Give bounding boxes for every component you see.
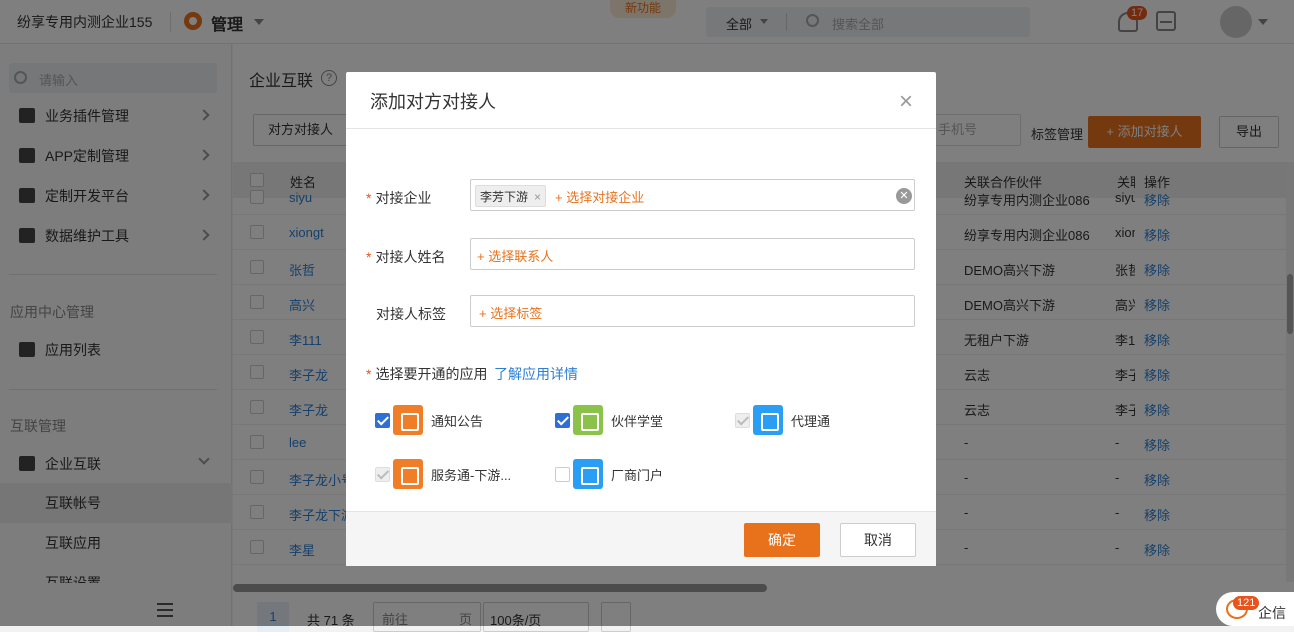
app-option[interactable]: 厂商门户 xyxy=(555,459,725,489)
app-icon xyxy=(393,459,423,489)
app-icon xyxy=(393,405,423,435)
label-text: 对接企业 xyxy=(375,190,432,206)
field-label-apps: * 选择要开通的应用 xyxy=(366,364,487,384)
app-checkbox[interactable] xyxy=(375,467,390,482)
clear-icon[interactable]: ✕ xyxy=(896,188,912,204)
app-checkbox[interactable] xyxy=(735,413,750,428)
app-details-link[interactable]: 了解应用详情 xyxy=(494,364,578,384)
required-mark: * xyxy=(366,366,372,382)
qixin-chat[interactable]: 121 企信 xyxy=(1216,592,1294,626)
select-enterprise-link[interactable]: + 选择对接企业 xyxy=(555,187,644,206)
divider xyxy=(346,128,936,129)
close-icon[interactable]: × xyxy=(899,90,913,114)
cancel-button[interactable]: 取消 xyxy=(840,523,916,557)
required-mark: * xyxy=(366,249,372,265)
chip-label: 李芳下游 xyxy=(480,190,529,204)
dialog-title: 添加对方对接人 xyxy=(370,92,496,112)
field-label-enterprise: * 对接企业 xyxy=(366,188,431,208)
label-text: 对接人姓名 xyxy=(375,249,446,265)
app-option[interactable]: 伙伴学堂 xyxy=(555,405,725,435)
contact-name-field[interactable]: + 选择联系人 xyxy=(470,238,915,270)
select-contact-link[interactable]: + 选择联系人 xyxy=(477,246,553,265)
add-contact-dialog: 添加对方对接人 × * 对接企业 李芳下游 × + 选择对接企业 ✕ * 对接人姓名 … xyxy=(346,72,936,566)
confirm-button[interactable]: 确定 xyxy=(744,523,820,557)
required-mark: * xyxy=(366,190,372,206)
label-text: 对接人标签 xyxy=(376,306,446,322)
select-tag-link[interactable]: + 选择标签 xyxy=(479,303,542,322)
app-name: 厂商门户 xyxy=(611,468,664,483)
chat-label: 企信 xyxy=(1258,605,1286,621)
app-checkbox[interactable] xyxy=(555,467,570,482)
app-option[interactable]: 服务通-下游... xyxy=(375,459,545,489)
label-text: 选择要开通的应用 xyxy=(375,366,488,382)
app-name: 通知公告 xyxy=(431,414,484,429)
app-option[interactable]: 代理通 xyxy=(735,405,905,435)
app-option[interactable]: 通知公告 xyxy=(375,405,545,435)
field-label-contact-name: * 对接人姓名 xyxy=(366,247,445,267)
enterprise-field[interactable]: 李芳下游 × + 选择对接企业 ✕ xyxy=(470,179,915,211)
app-icon xyxy=(573,405,603,435)
app-name: 代理通 xyxy=(791,414,831,429)
app-icon xyxy=(573,459,603,489)
chip-remove-icon[interactable]: × xyxy=(534,190,541,204)
chat-badge: 121 xyxy=(1233,596,1260,610)
field-label-contact-tag: 对接人标签 xyxy=(376,304,446,324)
dialog-footer: 确定 取消 xyxy=(346,511,936,566)
app-icon xyxy=(753,405,783,435)
app-name: 伙伴学堂 xyxy=(611,414,664,429)
app-checkbox[interactable] xyxy=(555,413,570,428)
app-name: 服务通-下游... xyxy=(431,468,512,483)
app-checkbox[interactable] xyxy=(375,413,390,428)
contact-tag-field[interactable]: + 选择标签 xyxy=(470,295,915,327)
enterprise-chip: 李芳下游 × xyxy=(475,185,547,207)
